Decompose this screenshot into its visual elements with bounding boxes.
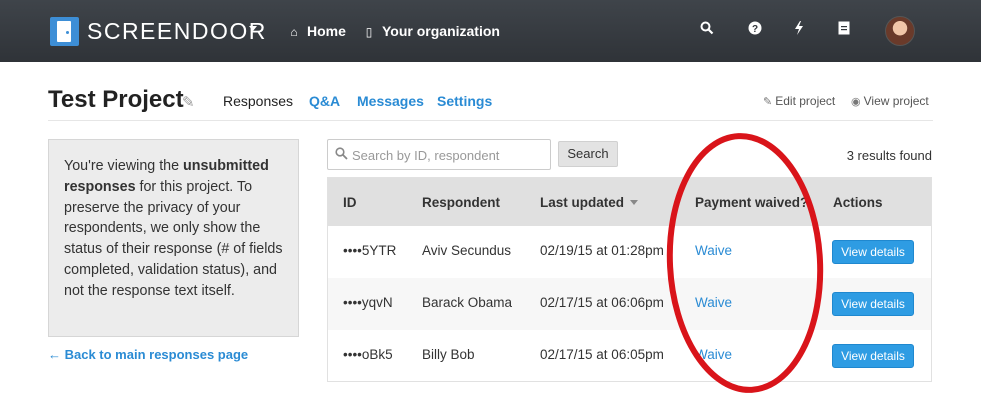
- row-respondent: Aviv Secundus: [422, 243, 512, 258]
- header-divider: [48, 120, 933, 121]
- table-row: ••••yqvN Barack Obama 02/17/15 at 06:06p…: [328, 278, 931, 330]
- results-count: 3 results found: [846, 148, 932, 163]
- column-header-actions: Actions: [833, 195, 883, 210]
- view-project-link[interactable]: ◉ View project: [851, 93, 929, 110]
- search-input[interactable]: [352, 144, 548, 166]
- view-details-button[interactable]: View details: [832, 344, 914, 368]
- top-navbar: SCREENDOOR ⌂ Home ▯ Your organization ?: [0, 0, 981, 62]
- table-header: ID Respondent Last updated Payment waive…: [328, 178, 931, 226]
- brand-name[interactable]: SCREENDOOR: [87, 17, 267, 45]
- lightning-icon[interactable]: [790, 20, 808, 40]
- user-avatar[interactable]: [885, 16, 915, 46]
- tab-messages[interactable]: Messages: [357, 92, 424, 110]
- help-icon[interactable]: ?: [746, 20, 764, 40]
- nav-organization-label: Your organization: [382, 23, 500, 39]
- home-icon: ⌂: [290, 25, 298, 39]
- row-respondent: Barack Obama: [422, 295, 513, 310]
- row-last-updated: 02/19/15 at 01:28pm: [540, 243, 664, 258]
- column-header-id[interactable]: ID: [343, 195, 357, 211]
- table-row: ••••oBk5 Billy Bob 02/17/15 at 06:05pm W…: [328, 330, 931, 382]
- nav-home-link[interactable]: ⌂ Home: [287, 22, 346, 41]
- row-id: ••••oBk5: [343, 347, 393, 362]
- table-row: ••••5YTR Aviv Secundus 02/19/15 at 01:28…: [328, 226, 931, 278]
- nav-home-label: Home: [307, 23, 346, 39]
- view-project-label: View project: [863, 94, 929, 108]
- info-text-1: You're viewing the: [64, 158, 184, 174]
- waive-link[interactable]: Waive: [695, 347, 732, 363]
- back-to-responses-link[interactable]: ← Back to main responses page: [48, 347, 248, 362]
- search-field[interactable]: [327, 139, 551, 170]
- search-icon[interactable]: [698, 20, 716, 40]
- column-header-respondent[interactable]: Respondent: [422, 195, 500, 211]
- edit-title-pencil-icon[interactable]: ✎: [182, 93, 195, 111]
- search-magnifier-icon: [335, 147, 348, 163]
- waive-link[interactable]: Waive: [695, 243, 732, 259]
- waive-link[interactable]: Waive: [695, 295, 732, 311]
- search-button[interactable]: Search: [558, 141, 618, 167]
- responses-table: ID Respondent Last updated Payment waive…: [327, 177, 932, 382]
- last-updated-label: Last updated: [540, 195, 625, 210]
- document-icon[interactable]: [835, 20, 853, 40]
- edit-project-link[interactable]: ✎ Edit project: [763, 93, 835, 110]
- unsubmitted-info-box: You're viewing the unsubmitted responses…: [48, 139, 299, 337]
- row-last-updated: 02/17/15 at 06:05pm: [540, 347, 664, 362]
- pencil-icon: ✎: [763, 96, 773, 108]
- nav-organization-link[interactable]: ▯ Your organization: [362, 22, 500, 41]
- info-text-2: for this project. To preserve the privac…: [64, 178, 283, 299]
- tab-settings[interactable]: Settings: [437, 92, 492, 110]
- edit-project-label: Edit project: [775, 94, 836, 108]
- column-header-last-updated[interactable]: Last updated: [540, 195, 639, 211]
- row-respondent: Billy Bob: [422, 347, 475, 362]
- row-id: ••••yqvN: [343, 295, 393, 310]
- page-title: Test Project: [48, 86, 184, 113]
- row-last-updated: 02/17/15 at 06:06pm: [540, 295, 664, 310]
- tab-responses[interactable]: Responses: [223, 92, 293, 110]
- building-icon: ▯: [365, 25, 373, 39]
- tab-qa[interactable]: Q&A: [309, 92, 340, 110]
- view-details-button[interactable]: View details: [832, 292, 914, 316]
- svg-text:?: ?: [752, 24, 758, 35]
- column-header-payment-waived[interactable]: Payment waived?: [695, 195, 808, 211]
- view-details-button[interactable]: View details: [832, 240, 914, 264]
- screendoor-logo-icon[interactable]: [50, 17, 79, 46]
- brand-dropdown-caret-icon[interactable]: [249, 26, 257, 31]
- eye-icon: ◉: [851, 96, 861, 108]
- sort-caret-down-icon: [630, 200, 639, 205]
- row-id: ••••5YTR: [343, 243, 397, 258]
